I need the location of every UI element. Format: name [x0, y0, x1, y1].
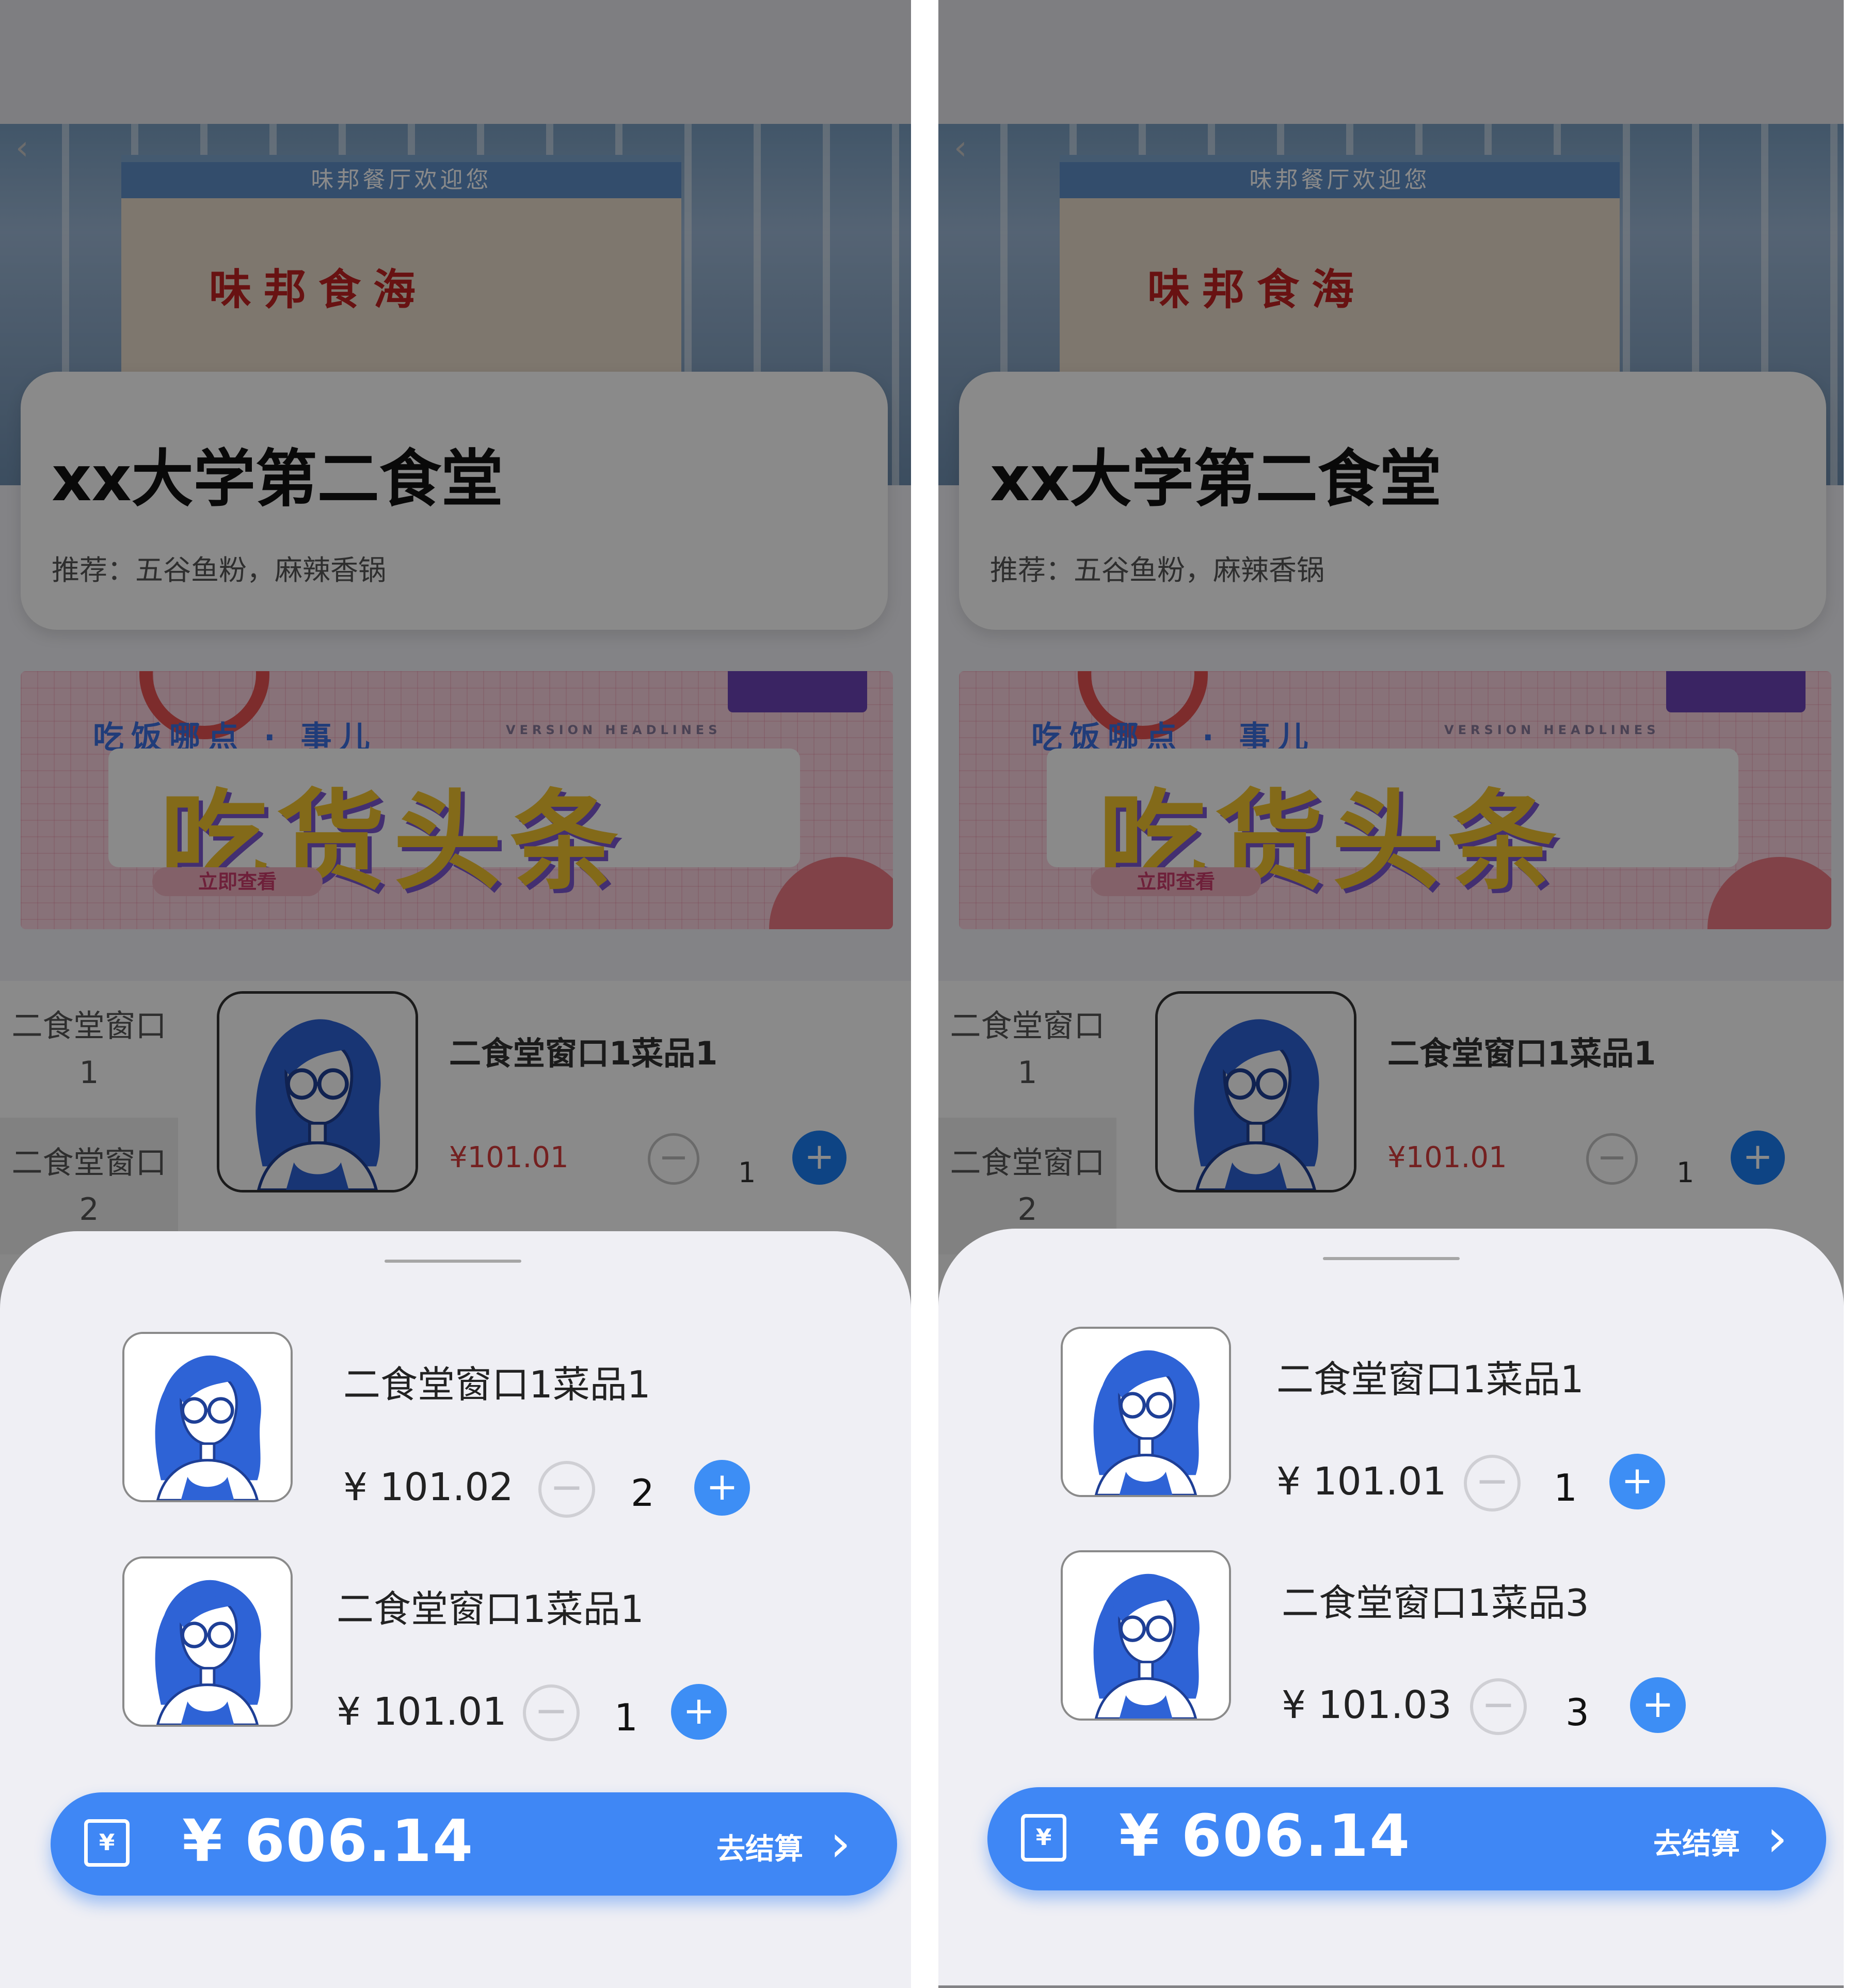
screen-divider	[911, 0, 938, 1988]
minus-circle-icon[interactable]: −	[538, 1461, 595, 1518]
sheet-drag-handle[interactable]	[385, 1260, 521, 1263]
cart-item-image	[122, 1556, 293, 1727]
cart-total: ¥ 606.14	[182, 1808, 474, 1875]
wallet-yen-icon: ¥	[1021, 1814, 1066, 1862]
wallet-yen-icon: ¥	[84, 1819, 130, 1867]
plus-circle-icon[interactable]: +	[1630, 1677, 1686, 1733]
cart-item-image	[1061, 1327, 1231, 1497]
cart-item-quantity: 1	[614, 1696, 638, 1739]
cart-item-price: ¥ 101.01	[337, 1690, 507, 1734]
cart-total: ¥ 606.14	[1119, 1803, 1411, 1870]
checkout-bar[interactable]: ¥ ¥ 606.14 去结算 ›	[51, 1792, 897, 1896]
plus-circle-icon[interactable]: +	[694, 1460, 750, 1516]
minus-circle-icon[interactable]: −	[523, 1684, 580, 1741]
cart-item-image	[122, 1332, 293, 1502]
chevron-right-icon[interactable]: ›	[830, 1813, 851, 1873]
minus-circle-icon[interactable]: −	[1470, 1678, 1527, 1735]
cart-item-quantity: 2	[631, 1471, 654, 1515]
plus-circle-icon[interactable]: +	[1609, 1454, 1665, 1509]
cart-item-name: 二食堂窗口1菜品1	[337, 1587, 644, 1631]
cart-sheet: 二食堂窗口1菜品1 ¥ 101.02 − 2 + 二食堂窗口1菜品1 ¥ 101…	[0, 1231, 911, 1988]
checkout-label[interactable]: 去结算	[1653, 1821, 1740, 1863]
cart-item-name: 二食堂窗口1菜品1	[1276, 1358, 1584, 1401]
cart-item-quantity: 1	[1554, 1466, 1577, 1509]
cart-item-name: 二食堂窗口1菜品3	[1282, 1581, 1589, 1625]
cart-sheet: 二食堂窗口1菜品1 ¥ 101.01 − 1 + 二食堂窗口1菜品3 ¥ 101…	[938, 1229, 1844, 1985]
cart-item-price: ¥ 101.03	[1282, 1683, 1452, 1727]
cart-item-name: 二食堂窗口1菜品1	[343, 1363, 651, 1406]
plus-circle-icon[interactable]: +	[671, 1684, 727, 1740]
cart-item-price: ¥ 101.01	[1276, 1459, 1447, 1504]
chevron-right-icon[interactable]: ›	[1767, 1808, 1787, 1868]
sheet-drag-handle[interactable]	[1323, 1257, 1460, 1260]
checkout-bar[interactable]: ¥ ¥ 606.14 去结算 ›	[987, 1787, 1826, 1890]
cart-item-price: ¥ 101.02	[343, 1465, 514, 1509]
cart-item-quantity: 3	[1566, 1691, 1589, 1734]
cart-item-image	[1061, 1550, 1231, 1721]
phone-screen-left: 味邦餐厅欢迎您 味邦食海 ‹ xx大学第二食堂 推荐：五谷鱼粉，麻辣香锅 吃饭哪…	[0, 0, 911, 1988]
minus-circle-icon[interactable]: −	[1464, 1455, 1521, 1512]
checkout-label[interactable]: 去结算	[716, 1826, 803, 1868]
phone-screen-right: 味邦餐厅欢迎您 味邦食海 ‹ xx大学第二食堂 推荐：五谷鱼粉，麻辣香锅 吃饭哪…	[938, 0, 1844, 1988]
